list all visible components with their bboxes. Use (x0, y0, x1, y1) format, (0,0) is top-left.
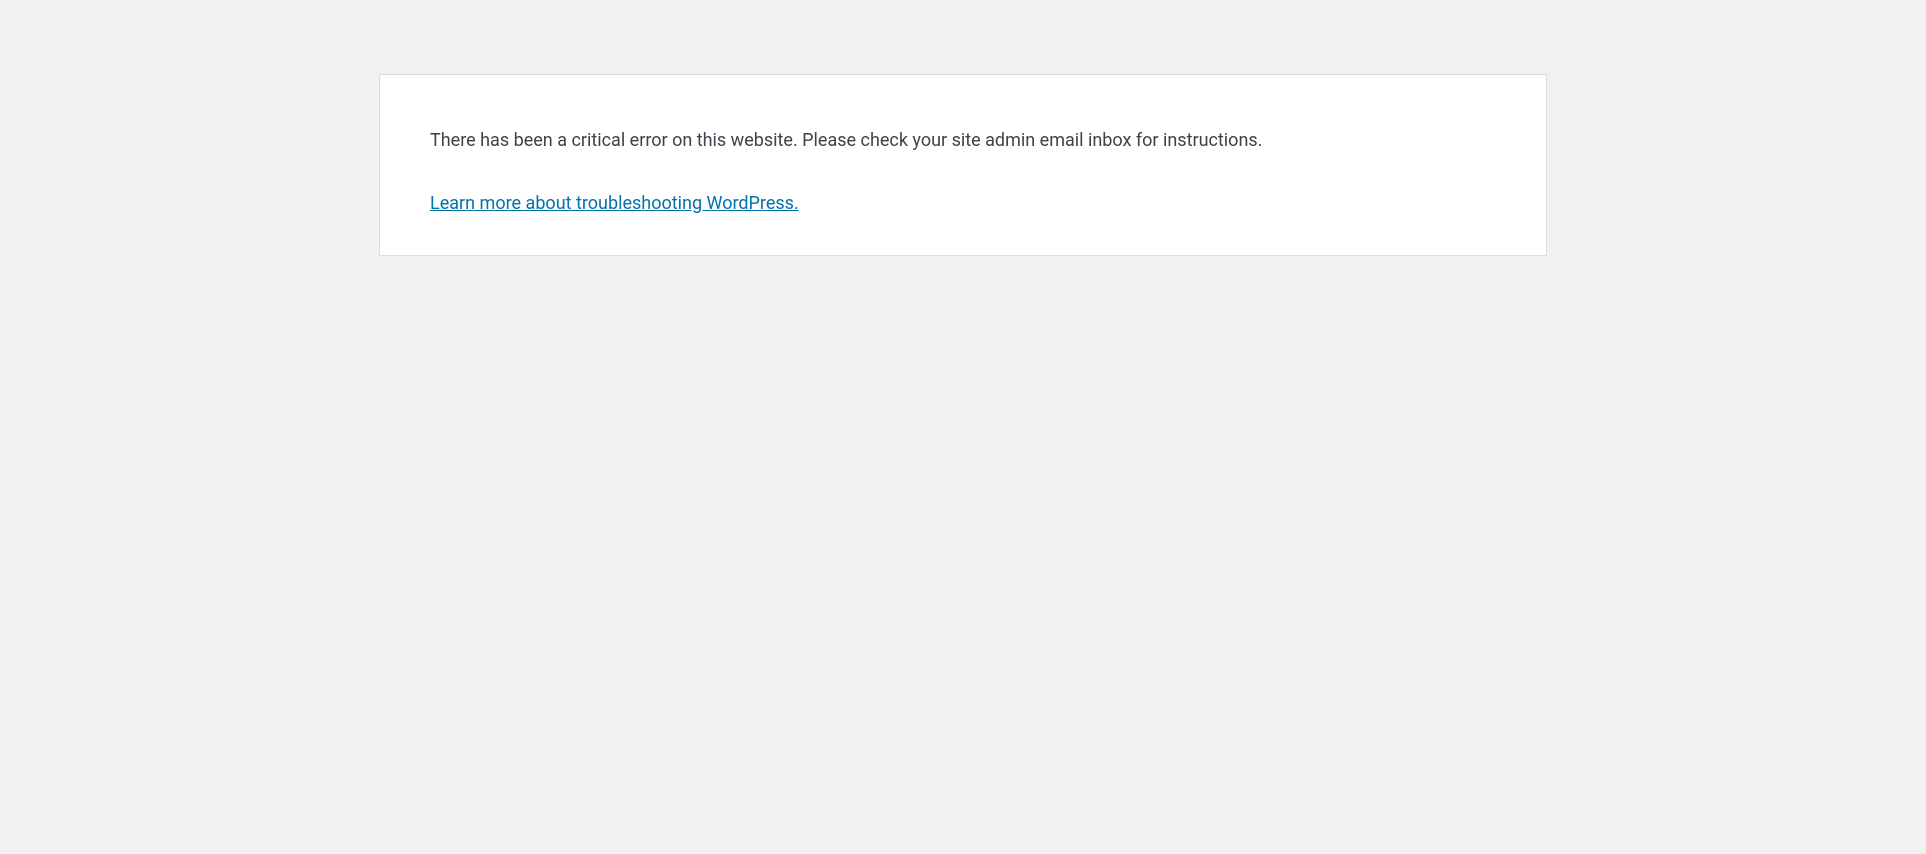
error-message: There has been a critical error on this … (430, 127, 1496, 154)
error-box: There has been a critical error on this … (379, 74, 1547, 256)
troubleshooting-link[interactable]: Learn more about troubleshooting WordPre… (430, 190, 799, 217)
